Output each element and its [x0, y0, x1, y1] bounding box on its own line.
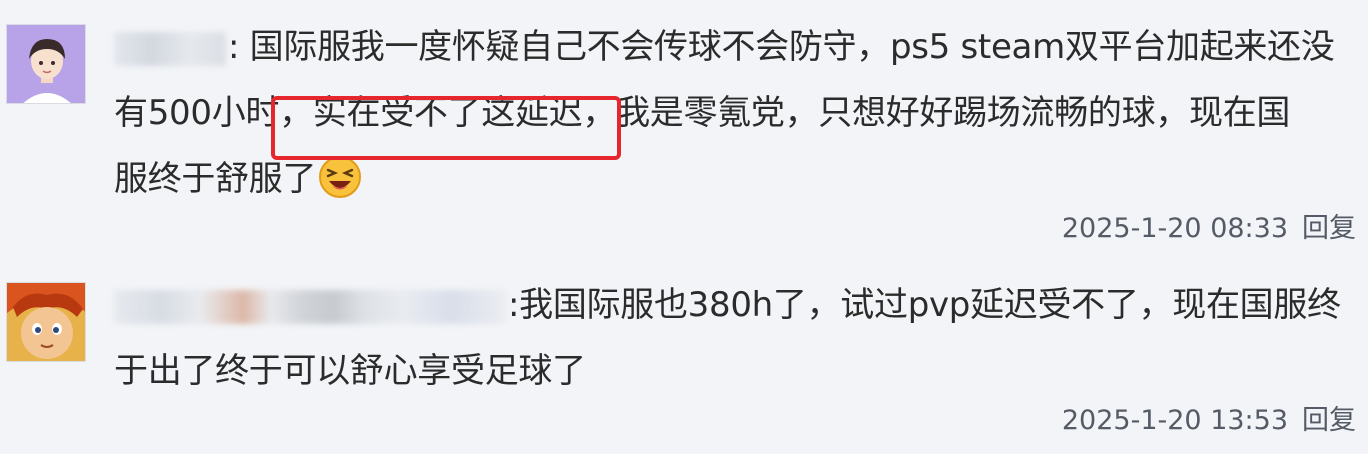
timestamp: 2025-1-20 08:33	[1061, 213, 1288, 244]
comment-meta: 2025-1-20 13:53 回复	[1062, 398, 1356, 437]
comment-line: 有500小时 ，实在受不了这延迟，我是零氪党，只想好好踢场流畅的球，现在国	[114, 80, 1344, 160]
avatar[interactable]	[6, 282, 86, 362]
comment-item: : 国际服我一度怀疑自己不会传球不会防守，ps5 steam双平台加起来还没 有…	[0, 0, 1368, 250]
comment-text: : 国际服我一度怀疑自己不会传球不会防守，ps5 steam双平台加起来还没 有…	[114, 14, 1344, 212]
comment-meta: 2025-1-20 08:33 回复	[1062, 206, 1356, 245]
username-blurred[interactable]	[114, 289, 506, 324]
highlight-box	[271, 96, 622, 160]
comment-item: :我国际服也380h了，试过pvp延迟受不了，现在国服终 于出了终于可以舒心享受…	[0, 262, 1368, 454]
comment-line: 于出了终于可以舒心享受足球了	[114, 351, 586, 391]
laughing-face-icon	[318, 155, 362, 199]
timestamp: 2025-1-20 13:53	[1061, 405, 1288, 436]
username-blurred[interactable]	[114, 31, 226, 66]
reply-button[interactable]: 回复	[1302, 405, 1356, 436]
comment-text: :我国际服也380h了，试过pvp延迟受不了，现在国服终 于出了终于可以舒心享受…	[114, 272, 1344, 404]
comment-line: :我国际服也380h了，试过pvp延迟受不了，现在国服终	[114, 272, 1344, 338]
comment-line: : 国际服我一度怀疑自己不会传球不会防守，ps5 steam双平台加起来还没	[114, 14, 1344, 80]
avatar[interactable]	[6, 24, 86, 104]
highlighted-text: ，实在受不了这延迟，	[271, 93, 622, 160]
reply-button[interactable]: 回复	[1302, 213, 1356, 244]
